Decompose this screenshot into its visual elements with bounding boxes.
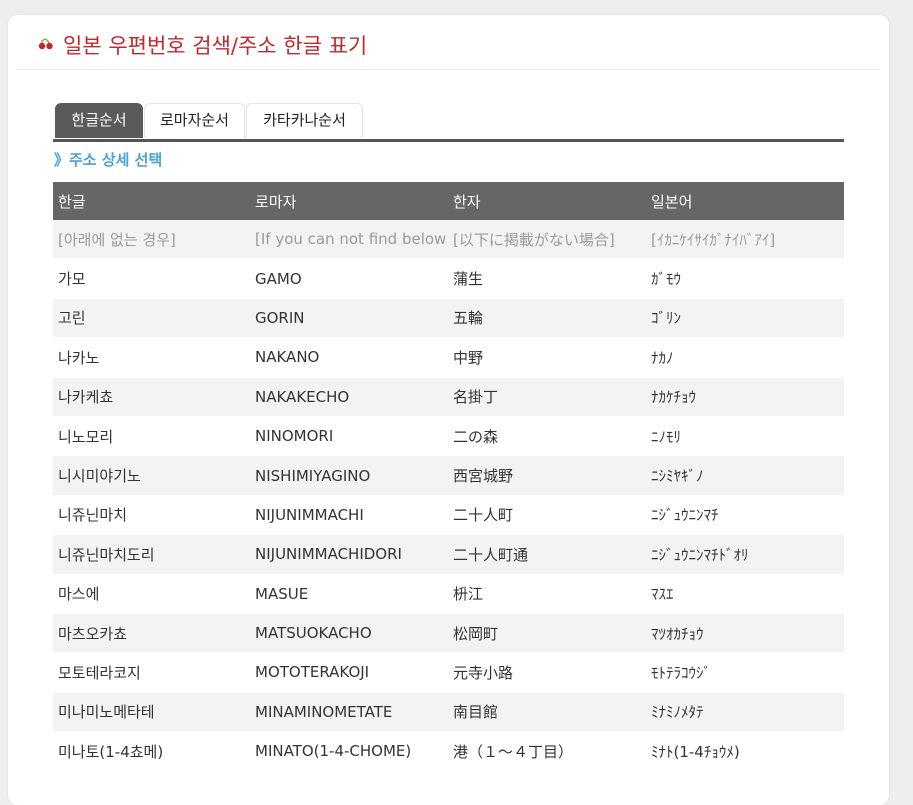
cell-kanji[interactable]: 中野 (453, 338, 645, 376)
cell-romaji[interactable]: MOTOTERAKOJI (255, 653, 447, 691)
cell-japanese[interactable]: ﾐﾅﾐﾉﾒﾀﾃ (651, 693, 841, 731)
tab-bar: 한글순서 로마자순서 카타카나순서 (53, 102, 844, 142)
cell-hangul[interactable]: 니쥬닌마치 (58, 496, 248, 534)
cell-japanese[interactable]: ﾆﾉﾓﾘ (651, 417, 841, 455)
table-row[interactable]: 미나토(1-4쵸메) MINATO(1-4-CHOME) 港（１～４丁目） ﾐﾅﾄ(1… (53, 732, 844, 772)
tab-romaji-order[interactable]: 로마자순서 (144, 103, 245, 138)
cell-japanese[interactable]: ｶﾞﾓｳ (651, 259, 841, 297)
cell-hangul[interactable]: 나카노 (58, 338, 248, 376)
table-row[interactable]: 마스에 MASUE 枡江 ﾏｽｴ (53, 575, 844, 614)
tab-katakana-order[interactable]: 카타카나순서 (246, 103, 363, 138)
cell-japanese[interactable]: ｺﾞﾘﾝ (651, 299, 841, 337)
cell-kanji[interactable]: 松岡町 (453, 614, 645, 652)
cell-hangul[interactable]: 마츠오카쵸 (58, 614, 248, 652)
column-header-japanese: 일본어 (651, 192, 693, 211)
table-row[interactable]: 마츠오카쵸 MATSUOKACHO 松岡町 ﾏﾂｵｶﾁｮｳ (53, 613, 844, 654)
cell-japanese[interactable]: ﾅｶｹﾁｮｳ (651, 378, 841, 416)
address-table: 한글 로마자 한자 일본어 [아래에 없는 경우] [If you can not… (53, 182, 844, 772)
cell-hangul[interactable]: 모토테라코지 (58, 653, 248, 691)
column-header-kanji: 한자 (453, 192, 481, 211)
cell-romaji[interactable]: NIJUNIMMACHI (255, 496, 447, 534)
cell-hangul[interactable]: 가모 (58, 259, 248, 297)
cell-kanji[interactable]: 港（１～４丁目） (453, 732, 645, 770)
cell-kanji[interactable]: 二十人町 (453, 496, 645, 534)
table-row[interactable]: 고린 GORIN 五輪 ｺﾞﾘﾝ (53, 298, 844, 339)
cell-japanese[interactable]: ﾏﾂｵｶﾁｮｳ (651, 614, 841, 652)
cell-hangul[interactable]: 니노모리 (58, 417, 248, 455)
table-row[interactable]: 나카노 NAKANO 中野 ﾅｶﾉ (53, 338, 844, 378)
table-body: [아래에 없는 경우] [If you can not find below] [以… (53, 220, 844, 772)
cell-hangul[interactable]: 미나토(1-4쵸메) (58, 732, 248, 770)
cell-romaji[interactable]: NINOMORI (255, 417, 447, 455)
section-title: 》주소 상세 선택 (54, 151, 163, 169)
cell-kanji[interactable]: 二の森 (453, 417, 645, 455)
cell-kanji[interactable]: 南目館 (453, 693, 645, 731)
table-row[interactable]: 가모 GAMO 蒲生 ｶﾞﾓｳ (53, 259, 844, 299)
column-header-romaji: 로마자 (255, 192, 297, 211)
cell-japanese[interactable]: ﾅｶﾉ (651, 338, 841, 376)
cell-japanese[interactable]: [ｲｶﾆｹｲｻｲｶﾞﾅｲﾊﾞｱｲ] (651, 220, 841, 258)
cell-hangul[interactable]: 니시미야기노 (58, 456, 248, 494)
table-row[interactable]: 니노모리 NINOMORI 二の森 ﾆﾉﾓﾘ (53, 417, 844, 457)
cell-kanji[interactable]: [以下に掲載がない場合] (453, 220, 645, 258)
cell-japanese[interactable]: ﾆｼﾞｭｳﾆﾝﾏﾁﾄﾞｵﾘ (651, 535, 841, 573)
table-header: 한글 로마자 한자 일본어 (53, 182, 844, 220)
cell-romaji[interactable]: NIJUNIMMACHIDORI (255, 535, 447, 573)
cell-hangul[interactable]: 고린 (58, 299, 248, 337)
column-header-hangul: 한글 (58, 192, 86, 211)
table-row[interactable]: 니쥬닌마치도리 NIJUNIMMACHIDORI 二十人町通 ﾆｼﾞｭｳﾆﾝﾏﾁﾄﾞｵ… (53, 535, 844, 575)
cell-japanese[interactable]: ﾓﾄﾃﾗｺｳｼﾞ (651, 653, 841, 691)
cell-kanji[interactable]: 蒲生 (453, 259, 645, 297)
content-card: 일본 우편번호 검색/주소 한글 표기 한글순서 로마자순서 카타카나순서 》주… (8, 15, 889, 805)
page-title: 일본 우편번호 검색/주소 한글 표기 (63, 34, 368, 58)
cell-japanese[interactable]: ﾆｼﾞｭｳﾆﾝﾏﾁ (651, 496, 841, 534)
cell-romaji[interactable]: GAMO (255, 259, 447, 297)
cell-kanji[interactable]: 五輪 (453, 299, 645, 337)
cell-japanese[interactable]: ﾆｼﾐﾔｷﾞﾉ (651, 456, 841, 494)
table-row[interactable]: 모토테라코지 MOTOTERAKOJI 元寺小路 ﾓﾄﾃﾗｺｳｼﾞ (53, 653, 844, 693)
cell-japanese[interactable]: ﾐﾅﾄ(1-4ﾁｮｳﾒ) (651, 732, 841, 770)
cell-japanese[interactable]: ﾏｽｴ (651, 575, 841, 613)
cell-romaji[interactable]: MINAMINOMETATE (255, 693, 447, 731)
cell-romaji[interactable]: NAKAKECHO (255, 378, 447, 416)
cell-kanji[interactable]: 枡江 (453, 575, 645, 613)
cell-romaji[interactable]: MATSUOKACHO (255, 614, 447, 652)
table-row[interactable]: [아래에 없는 경우] [If you can not find below] [以… (53, 220, 844, 260)
table-row[interactable]: 니시미야기노 NISHIMIYAGINO 西宮城野 ﾆｼﾐﾔｷﾞﾉ (53, 456, 844, 496)
cell-romaji[interactable]: MINATO(1-4-CHOME) (255, 732, 447, 770)
cell-hangul[interactable]: 미나미노메타테 (58, 693, 248, 731)
cell-hangul[interactable]: [아래에 없는 경우] (58, 220, 248, 258)
cell-kanji[interactable]: 元寺小路 (453, 653, 645, 691)
cell-romaji[interactable]: NAKANO (255, 338, 447, 376)
cell-romaji[interactable]: GORIN (255, 299, 447, 337)
cell-romaji[interactable]: MASUE (255, 575, 447, 613)
cell-hangul[interactable]: 나카케쵸 (58, 378, 248, 416)
table-row[interactable]: 니쥬닌마치 NIJUNIMMACHI 二十人町 ﾆｼﾞｭｳﾆﾝﾏﾁ (53, 496, 844, 536)
cell-hangul[interactable]: 니쥬닌마치도리 (58, 535, 248, 573)
cell-kanji[interactable]: 二十人町通 (453, 535, 645, 573)
cherry-icon (38, 38, 53, 50)
tab-hangul-order[interactable]: 한글순서 (55, 103, 143, 138)
table-row[interactable]: 나카케쵸 NAKAKECHO 名掛丁 ﾅｶｹﾁｮｳ (53, 377, 844, 417)
cell-kanji[interactable]: 名掛丁 (453, 378, 645, 416)
cell-romaji[interactable]: NISHIMIYAGINO (255, 456, 447, 494)
cell-romaji[interactable]: [If you can not find below] (255, 220, 447, 258)
page-header: 일본 우편번호 검색/주소 한글 표기 (16, 15, 880, 70)
cell-kanji[interactable]: 西宮城野 (453, 456, 645, 494)
cell-hangul[interactable]: 마스에 (58, 575, 248, 613)
table-row[interactable]: 미나미노메타테 MINAMINOMETATE 南目館 ﾐﾅﾐﾉﾒﾀﾃ (53, 692, 844, 733)
